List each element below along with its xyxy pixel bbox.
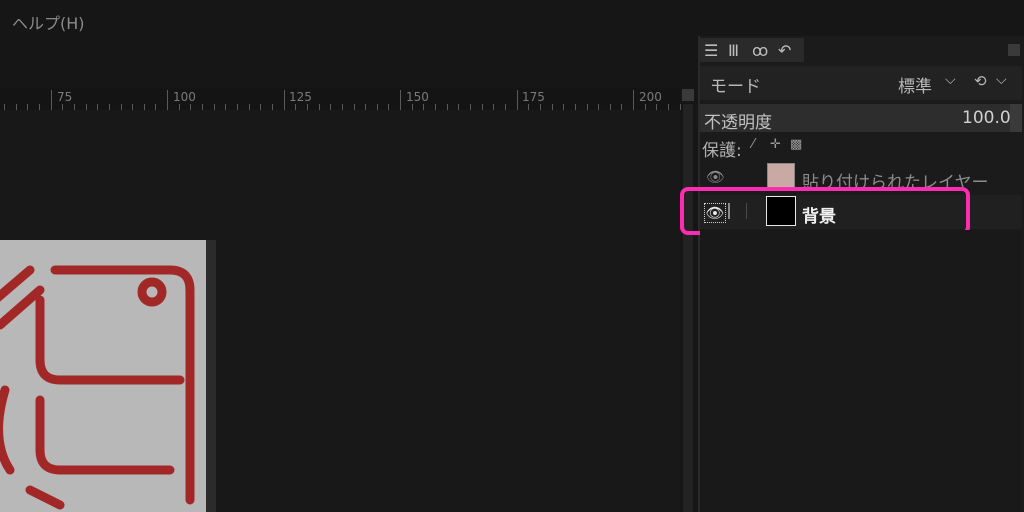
- ruler-tick-label: 175: [522, 90, 545, 104]
- ruler-tick: [50, 90, 52, 110]
- paths-icon[interactable]: ꝏ: [752, 41, 768, 60]
- mode-select[interactable]: 標準: [898, 72, 932, 97]
- ruler-tick-label: 100: [173, 90, 196, 104]
- composite-mode-icon[interactable]: ⟲: [974, 72, 987, 90]
- stamp-graphic: [0, 265, 195, 510]
- ruler-tick: [516, 90, 518, 110]
- opacity-label: 不透明度: [704, 113, 772, 133]
- ruler-tick-label: 125: [289, 90, 312, 104]
- chevron-down-icon[interactable]: ⌵: [996, 72, 1007, 88]
- navigate-icon[interactable]: [682, 89, 694, 101]
- pixel-lock-icon[interactable]: ⁄: [752, 137, 754, 152]
- ruler-tick: [167, 90, 169, 110]
- menu-bar: [0, 0, 700, 40]
- highlight-annotation: [680, 187, 970, 235]
- ruler-tick: [283, 90, 285, 110]
- layers-icon[interactable]: ☰: [704, 41, 718, 60]
- mode-label: モード: [710, 77, 761, 97]
- layer-list-empty-area[interactable]: [700, 230, 1022, 512]
- opacity-value[interactable]: 100.0: [962, 108, 1011, 128]
- ruler-tick-label: 150: [406, 90, 429, 104]
- vertical-scrollbar[interactable]: [683, 104, 693, 512]
- horizontal-ruler[interactable]: 75 100 125 150 175 200: [0, 88, 681, 111]
- image-preview: [0, 240, 216, 512]
- position-lock-icon[interactable]: ✛: [770, 137, 781, 152]
- visibility-eye-icon[interactable]: 👁: [706, 168, 725, 186]
- lock-label: 保護:: [702, 141, 742, 161]
- ruler-tick-label: 75: [57, 90, 73, 104]
- ruler-tick-label: 200: [639, 90, 662, 104]
- chevron-down-icon[interactable]: ⌵: [945, 72, 956, 88]
- ruler-tick: [633, 90, 635, 110]
- ruler-tick: [400, 90, 402, 110]
- undo-icon[interactable]: ↶: [778, 41, 791, 60]
- channels-icon[interactable]: Ⅲ: [728, 41, 739, 60]
- panel-tabs: ☰ Ⅲ ꝏ ↶: [700, 38, 804, 62]
- panel-menu-icon[interactable]: [1008, 44, 1020, 56]
- menu-help[interactable]: ヘルプ(H): [12, 10, 85, 34]
- opacity-spin-buttons[interactable]: [1010, 104, 1022, 132]
- alpha-lock-icon[interactable]: ▩: [790, 137, 802, 152]
- image-edge: [206, 240, 216, 512]
